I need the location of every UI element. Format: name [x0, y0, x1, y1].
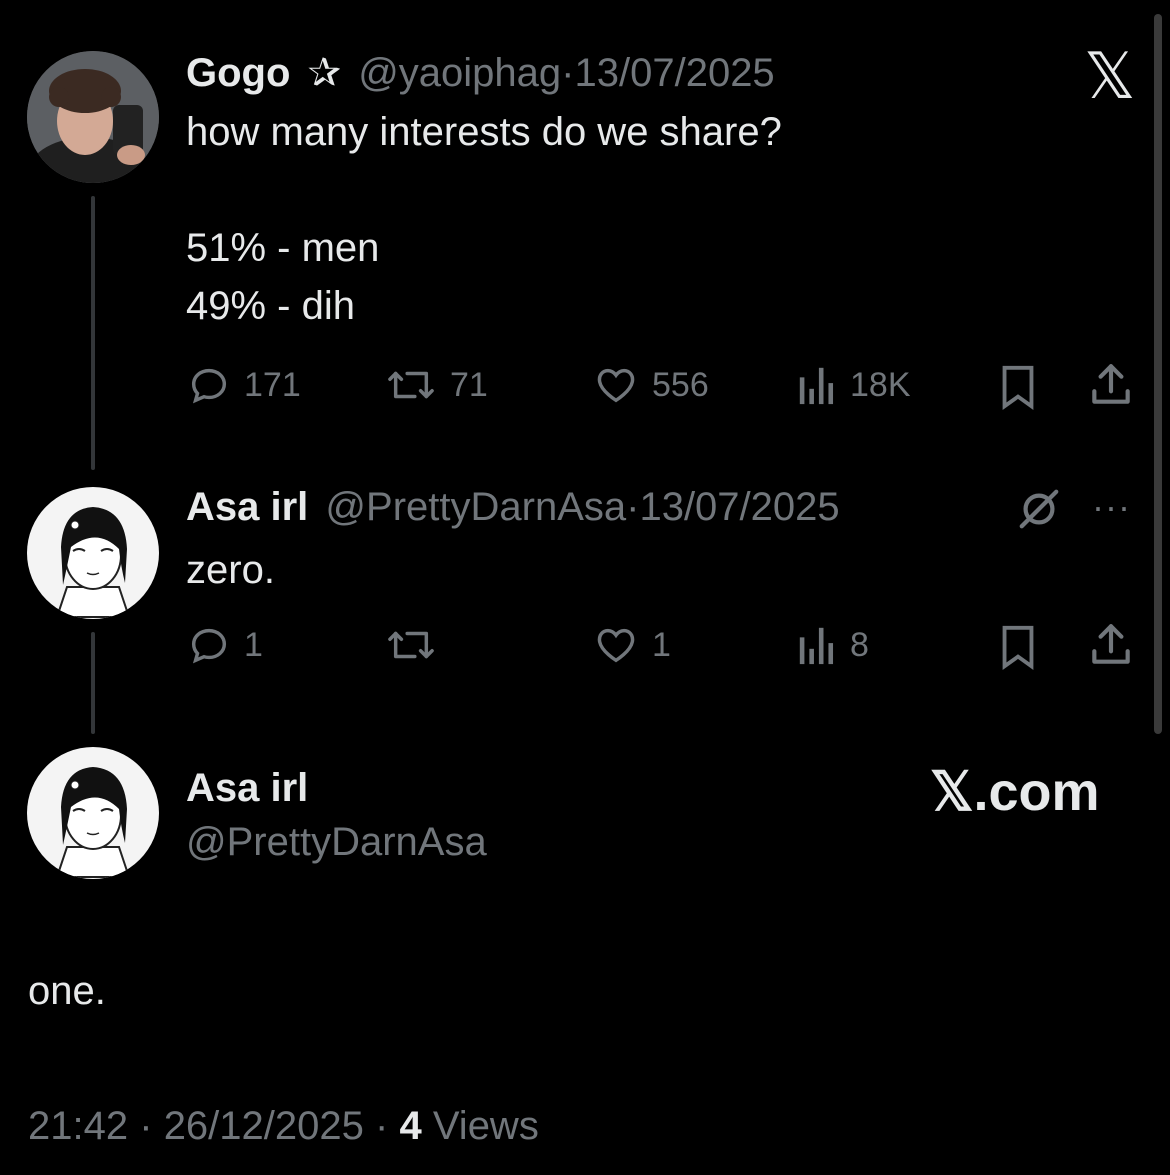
retweet-icon [388, 371, 434, 399]
like-count: 556 [652, 365, 709, 404]
text-line: 51% - men [186, 226, 380, 270]
tweet2-header: Asa irl @PrettyDarnAsa·13/07/2025 [186, 485, 840, 530]
main-author-name[interactable]: Asa irl [186, 766, 308, 811]
heart-icon [597, 628, 635, 663]
tweet-date[interactable]: 13/07/2025 [574, 51, 774, 95]
separator: · [375, 1104, 389, 1148]
main-author-handle[interactable]: @PrettyDarnAsa [186, 820, 487, 865]
separator: · [139, 1104, 153, 1148]
bookmark-button[interactable] [996, 362, 1040, 417]
tweet-time[interactable]: 21:42 [28, 1104, 128, 1148]
views-button[interactable]: 8 [796, 622, 869, 668]
like-count: 1 [652, 625, 671, 664]
retweet-button[interactable]: 71 [384, 362, 488, 408]
bookmark-icon [1002, 365, 1034, 410]
author-handle[interactable]: @yaoiphag [358, 51, 561, 95]
reply-icon [191, 628, 227, 664]
x-com-watermark: 𝕏.com [930, 762, 1100, 822]
share-button[interactable] [1086, 620, 1136, 675]
view-count: 8 [850, 625, 869, 664]
separator: · [626, 485, 640, 529]
avatar-asa[interactable] [27, 487, 159, 619]
main-tweet-text: one. [28, 969, 106, 1013]
share-icon [1092, 364, 1130, 404]
retweet-button[interactable] [384, 622, 438, 668]
share-button[interactable] [1086, 360, 1136, 415]
avatar-gogo[interactable] [27, 51, 159, 183]
share-icon [1092, 624, 1130, 664]
author-name[interactable]: Asa irl [186, 485, 308, 529]
analytics-icon [799, 367, 834, 405]
reply-button[interactable]: 1 [186, 622, 263, 668]
scrollbar[interactable] [1154, 14, 1162, 734]
retweet-count: 71 [450, 365, 488, 404]
reply-count: 171 [244, 365, 301, 404]
like-button[interactable]: 1 [592, 622, 671, 668]
thread-line [91, 632, 95, 734]
reply-button[interactable]: 171 [186, 362, 301, 408]
grok-icon[interactable] [1016, 486, 1062, 537]
tweet1-text: how many interests do we share? 51% - me… [186, 103, 782, 335]
tweet-date[interactable]: 13/07/2025 [639, 485, 839, 529]
author-name[interactable]: Gogo [186, 51, 290, 95]
views-button[interactable]: 18K [796, 362, 911, 408]
bookmark-icon [1002, 625, 1034, 670]
tweet1-header: Gogo ✰ @yaoiphag·13/07/2025 [186, 50, 775, 96]
analytics-icon [799, 627, 834, 665]
author-handle[interactable]: @PrettyDarnAsa [325, 485, 626, 529]
x-logo-icon[interactable]: 𝕏 [1084, 44, 1136, 108]
bookmark-button[interactable] [996, 622, 1040, 677]
more-options-icon[interactable]: ··· [1092, 486, 1131, 528]
retweet-icon [388, 631, 434, 659]
tweet-date[interactable]: 26/12/2025 [164, 1104, 364, 1148]
view-count: 18K [850, 365, 911, 404]
views-label: Views [432, 1104, 539, 1148]
text-line: 49% - dih [186, 284, 355, 328]
reply-count: 1 [244, 625, 263, 664]
tweet2-text: zero. [186, 548, 275, 592]
separator: · [561, 51, 575, 95]
star-badge-icon: ✰ [307, 51, 342, 95]
like-button[interactable]: 556 [592, 362, 709, 408]
reply-icon [191, 368, 227, 404]
view-count: 4 [399, 1104, 422, 1148]
text-line: how many interests do we share? [186, 110, 782, 154]
thread-line [91, 196, 95, 470]
avatar-asa-main[interactable] [27, 747, 159, 879]
heart-icon [597, 368, 635, 403]
main-tweet-meta: 21:42 · 26/12/2025 · 4 Views [28, 1104, 539, 1149]
